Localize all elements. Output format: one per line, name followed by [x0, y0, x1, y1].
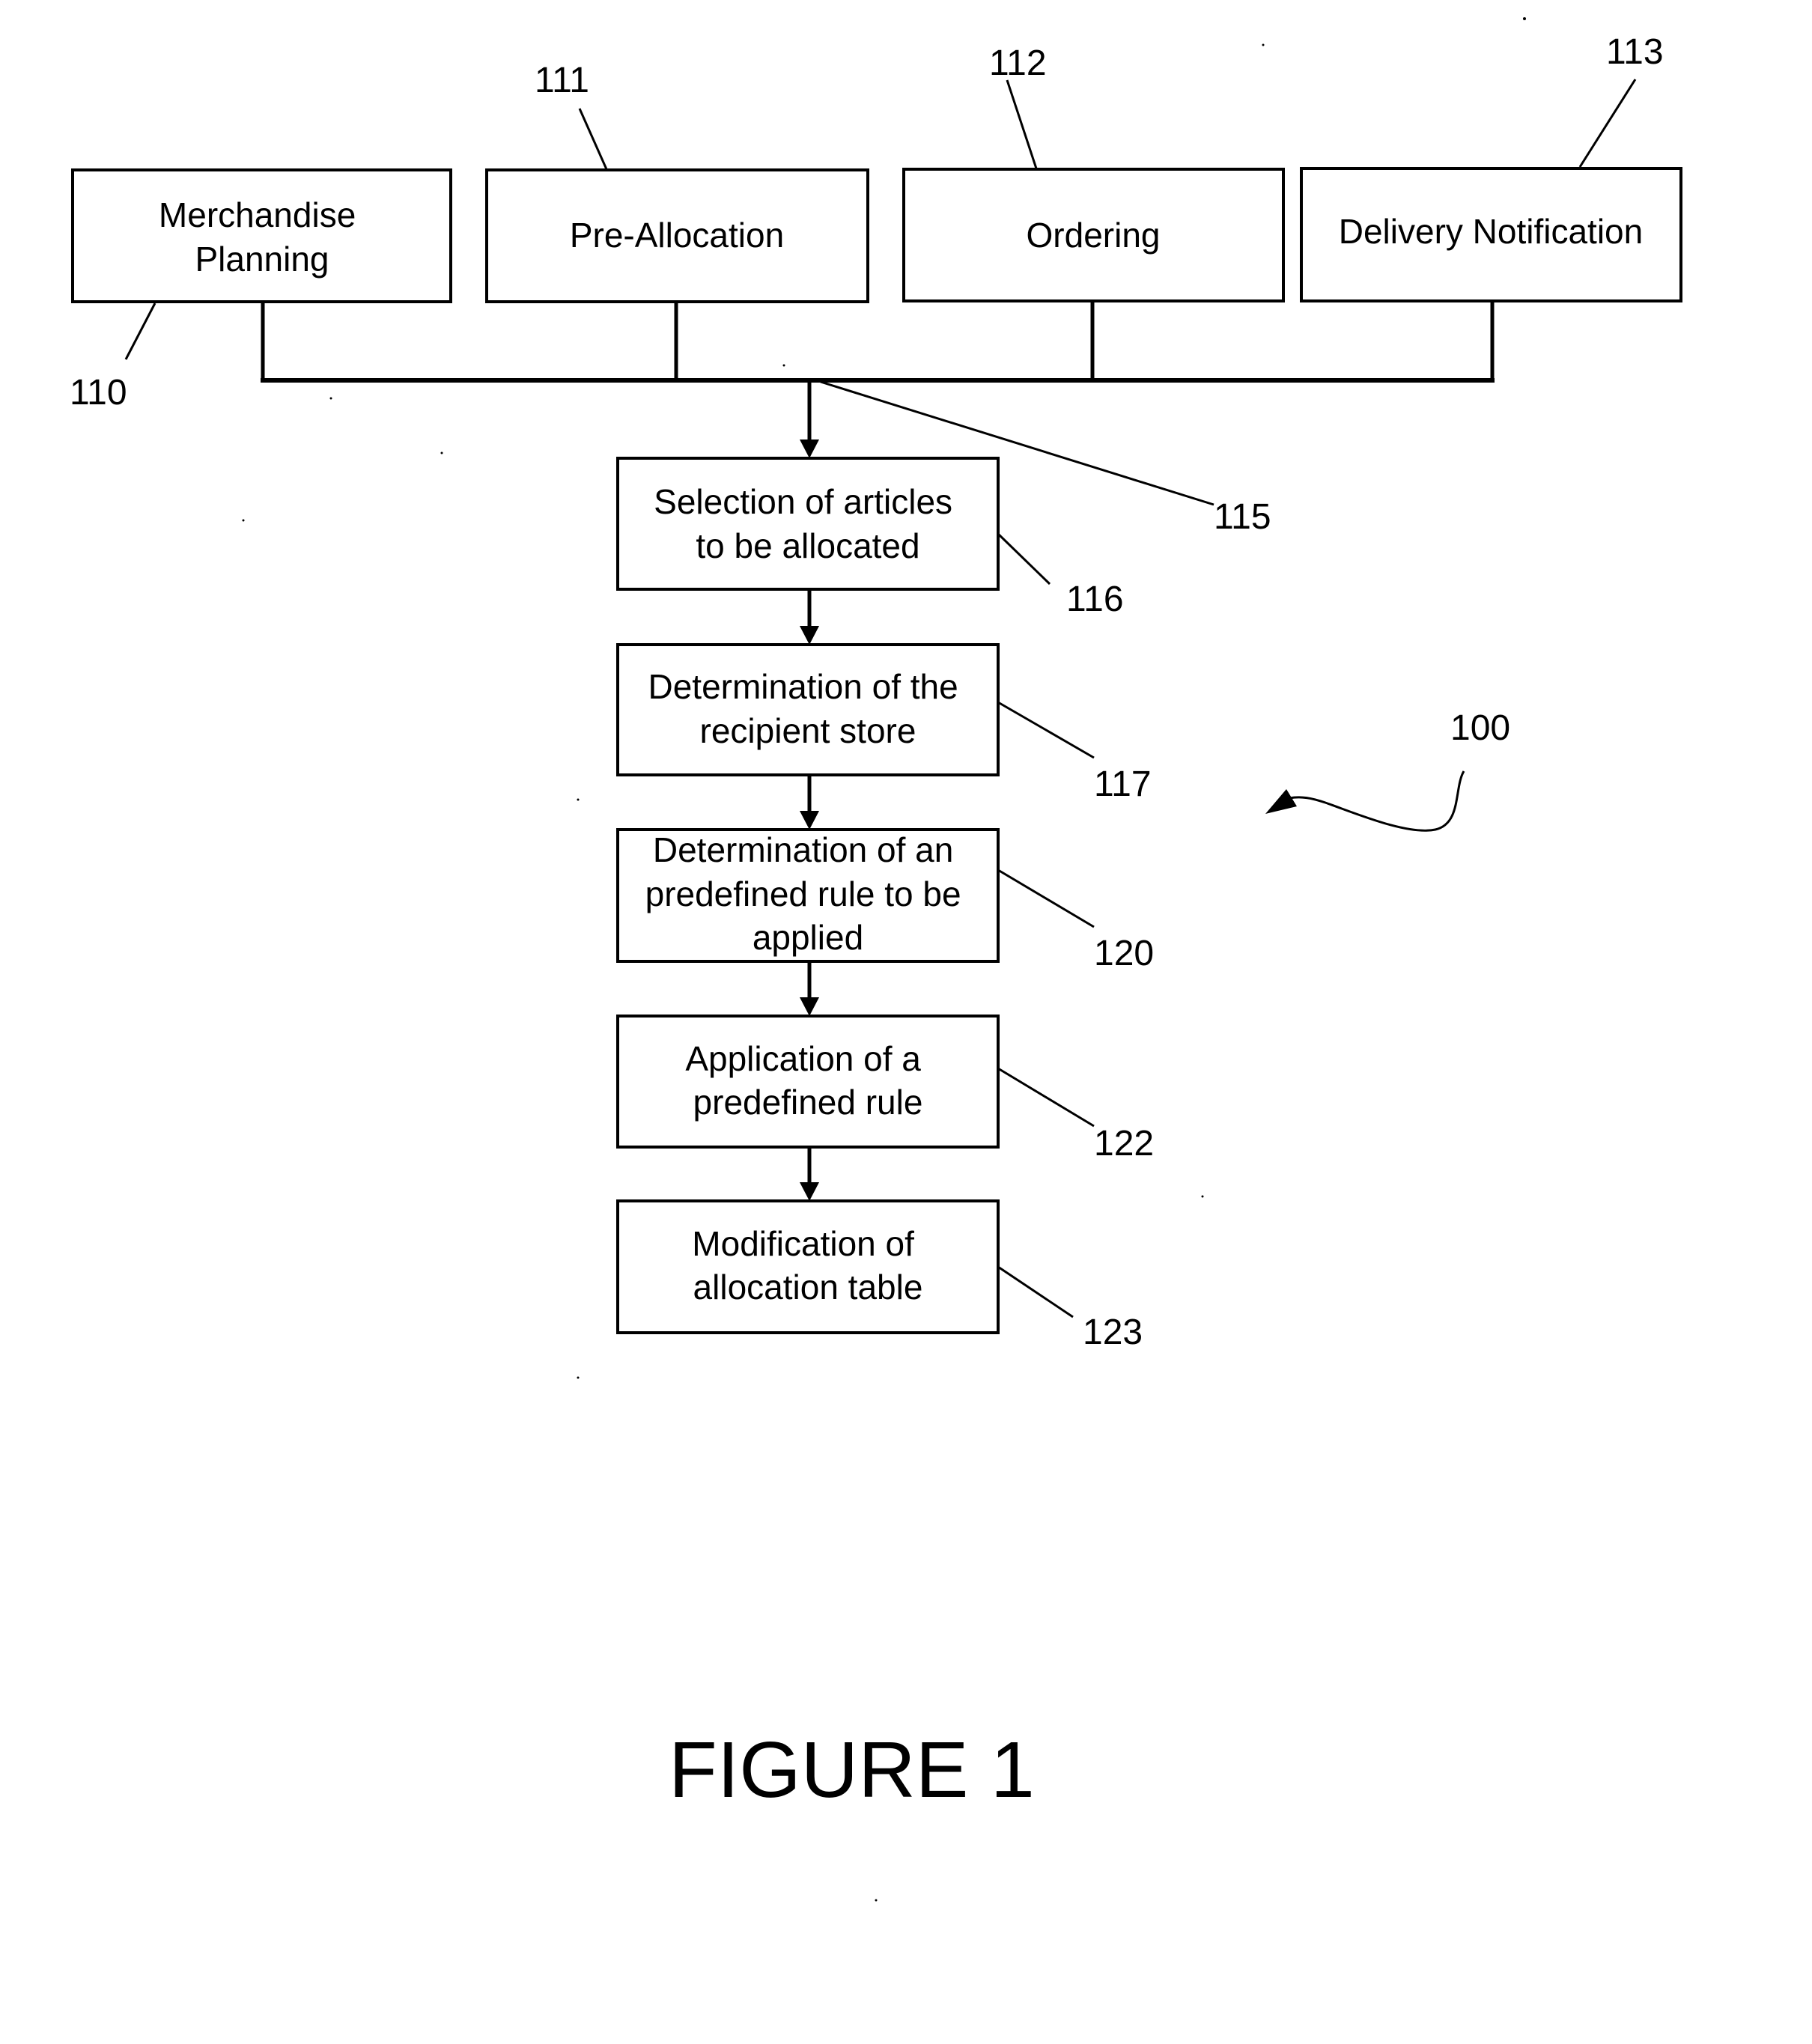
curved-pointer-arrowhead-icon — [1265, 789, 1297, 814]
ref-113: 113 — [1606, 32, 1664, 72]
leader-117 — [997, 701, 1095, 759]
speck — [782, 364, 785, 367]
box-label-line: Merchandise — [159, 195, 356, 234]
box-label-line: predefined rule to be — [645, 875, 961, 913]
leader-110 — [124, 302, 156, 360]
arrowhead-icon — [800, 1182, 819, 1201]
arrow-bus-to-116 — [800, 380, 819, 458]
box-frame — [616, 643, 1000, 776]
ref-112: 112 — [989, 43, 1047, 83]
box-label-line: applied — [753, 918, 863, 957]
speck — [1523, 17, 1526, 20]
leader-116 — [997, 532, 1051, 585]
speck — [242, 519, 245, 522]
ref-122: 122 — [1094, 1124, 1154, 1164]
flow-step-selection-of-articles: Selection of articles to be allocated — [616, 457, 1000, 591]
flow-step-determination-recipient-store: Determination of the recipient store — [616, 643, 1000, 776]
speck — [329, 397, 332, 400]
box-label-line: Determination of the — [648, 667, 958, 706]
box-label: Delivery Notification — [1339, 212, 1643, 251]
flow-step-determination-predefined-rule: Determination of an predefined rule to b… — [616, 828, 1000, 963]
connector-bus — [261, 301, 1495, 383]
source-box-merchandise-planning: Merchandise Planning — [71, 168, 452, 303]
box-label-line: Delivery Notification — [1339, 212, 1643, 251]
ref-110: 110 — [70, 373, 127, 413]
leader-113 — [1578, 79, 1637, 168]
curved-pointer-line — [1289, 770, 1465, 832]
box-label-line: Planning — [195, 240, 329, 279]
source-box-pre-allocation: Pre-Allocation — [485, 168, 869, 303]
box-label-line: Ordering — [1027, 216, 1161, 255]
box-label-line: recipient store — [700, 711, 916, 750]
ref-115: 115 — [1214, 497, 1271, 537]
ref-117: 117 — [1094, 764, 1152, 804]
arrow-122-to-123 — [800, 1147, 819, 1201]
arrow-116-to-117 — [800, 589, 819, 645]
box-label-line: to be allocated — [696, 526, 919, 565]
figure-caption: FIGURE 1 — [669, 1726, 1035, 1814]
speck — [440, 451, 443, 454]
leader-111 — [578, 108, 608, 170]
box-label-line: Selection of articles — [654, 482, 952, 521]
leader-112 — [1006, 79, 1038, 169]
box-label-line: Modification of — [692, 1224, 914, 1263]
box-frame — [616, 1015, 1000, 1149]
box-frame — [616, 457, 1000, 591]
box-label: Ordering — [1027, 216, 1161, 255]
flow-step-modification-allocation-table: Modification of allocation table — [616, 1199, 1000, 1334]
ref-100: 100 — [1450, 708, 1510, 748]
arrowhead-icon — [800, 439, 819, 458]
speck — [577, 798, 580, 801]
box-label-line: Determination of an — [653, 830, 953, 869]
speck — [1262, 43, 1265, 46]
ref-116: 116 — [1066, 580, 1124, 619]
arrow-120-to-122 — [800, 961, 819, 1016]
ref-120: 120 — [1094, 934, 1154, 973]
leader-122 — [997, 1067, 1095, 1128]
ref-111: 111 — [535, 61, 589, 100]
source-box-delivery-notification: Delivery Notification — [1300, 167, 1682, 302]
box-frame — [71, 168, 452, 303]
arrowhead-icon — [800, 626, 819, 645]
box-label: Pre-Allocation — [570, 216, 784, 255]
speck — [875, 1899, 878, 1902]
ref-123: 123 — [1083, 1313, 1143, 1352]
arrowhead-icon — [800, 997, 819, 1016]
arrowhead-icon — [800, 811, 819, 830]
box-label-line: allocation table — [693, 1268, 923, 1307]
box-frame — [616, 1199, 1000, 1334]
patent-figure: Merchandise Planning Pre-Allocation Orde… — [70, 17, 1682, 1902]
box-label-line: predefined rule — [693, 1083, 923, 1122]
box-label-line: Pre-Allocation — [570, 216, 784, 255]
box-label-line: Application of a — [685, 1039, 921, 1078]
leader-120 — [997, 869, 1095, 928]
speck — [1201, 1195, 1204, 1198]
figure-pointer — [1265, 770, 1465, 832]
leader-123 — [997, 1265, 1074, 1318]
flow-step-application-predefined-rule: Application of a predefined rule — [616, 1015, 1000, 1149]
arrow-117-to-120 — [800, 775, 819, 830]
speck — [577, 1376, 580, 1379]
source-box-ordering: Ordering — [902, 168, 1285, 302]
